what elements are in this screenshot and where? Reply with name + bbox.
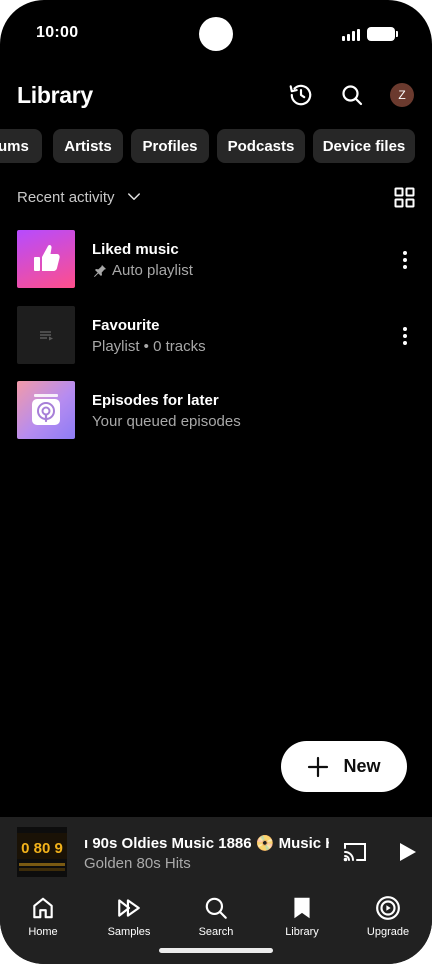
item-subtitle: Your queued episodes	[92, 413, 241, 430]
cast-button[interactable]	[342, 841, 368, 863]
playlist-icon	[40, 331, 53, 341]
episodes-thumbnail	[17, 381, 75, 439]
item-title: Favourite	[92, 317, 160, 334]
sort-selector[interactable]: Recent activity	[17, 186, 143, 208]
nav-label: Library	[285, 926, 319, 938]
pin-icon	[94, 264, 106, 277]
more-options-button[interactable]	[396, 326, 414, 346]
favourite-thumbnail	[17, 306, 75, 364]
now-playing-artist: Golden 80s Hits	[84, 855, 191, 872]
home-indicator[interactable]	[159, 948, 273, 953]
search-icon	[342, 85, 363, 106]
page-title: Library	[17, 82, 93, 108]
play-button[interactable]	[396, 841, 418, 863]
samples-icon	[118, 899, 140, 917]
filter-chips: ums Artists Profiles Podcasts Device fil…	[0, 129, 432, 163]
chip-albums[interactable]: ums	[0, 129, 42, 163]
history-button[interactable]	[286, 80, 316, 110]
chip-artists[interactable]: Artists	[53, 129, 123, 163]
nav-label: Upgrade	[366, 926, 410, 938]
history-icon	[289, 84, 312, 106]
item-title: Episodes for later	[92, 392, 219, 409]
list-item-liked-music[interactable]: Liked music Auto playlist	[0, 230, 432, 290]
chip-profiles[interactable]: Profiles	[131, 129, 209, 163]
plus-icon	[308, 756, 329, 777]
signal-icon	[342, 29, 362, 41]
camera-cutout	[199, 17, 233, 51]
new-button[interactable]: New	[281, 741, 407, 792]
search-icon	[205, 897, 227, 919]
new-button-label: New	[343, 756, 381, 776]
grid-icon	[394, 187, 415, 208]
library-icon	[294, 897, 310, 919]
nav-library[interactable]: Library	[262, 895, 342, 943]
play-icon	[400, 843, 416, 861]
list-item-favourite[interactable]: Favourite Playlist • 0 tracks	[0, 306, 432, 366]
cast-icon	[343, 843, 366, 862]
avatar[interactable]: Z	[390, 83, 414, 107]
nav-search[interactable]: Search	[176, 895, 256, 943]
status-time: 10:00	[36, 24, 79, 41]
nav-label: Home	[28, 926, 58, 938]
mini-player[interactable]: 0 80 9 ı 90s Oldies Music 1886 📀 Music H…	[0, 817, 432, 887]
now-playing-artwork: 0 80 9	[17, 827, 67, 877]
home-icon	[33, 897, 53, 919]
chip-device-files[interactable]: Device files	[313, 129, 415, 163]
item-subtitle: Playlist • 0 tracks	[92, 338, 206, 355]
nav-label: Search	[198, 926, 234, 938]
thumbs-up-icon	[34, 244, 60, 271]
app-screen: 10:00 Library Z ums Artists Profiles Pod…	[0, 0, 432, 964]
nav-home[interactable]: Home	[3, 895, 83, 943]
chevron-down-icon	[127, 193, 140, 200]
list-item-episodes-for-later[interactable]: Episodes for later Your queued episodes	[0, 381, 432, 441]
nav-upgrade[interactable]: Upgrade	[348, 895, 428, 943]
sort-label: Recent activity	[17, 188, 115, 206]
podcast-queue-icon	[32, 394, 60, 425]
item-subtitle: Auto playlist	[92, 262, 193, 279]
now-playing-title: ı 90s Oldies Music 1886 📀 Music Hits	[84, 835, 329, 852]
battery-icon	[367, 27, 398, 41]
chip-podcasts[interactable]: Podcasts	[217, 129, 305, 163]
liked-music-thumbnail	[17, 230, 75, 288]
artwork-text: 0 80 9	[21, 840, 63, 857]
upgrade-icon	[376, 896, 400, 920]
item-title: Liked music	[92, 241, 179, 258]
grid-view-button[interactable]	[394, 187, 415, 208]
search-button[interactable]	[337, 80, 367, 110]
nav-samples[interactable]: Samples	[89, 895, 169, 943]
nav-label: Samples	[107, 926, 151, 938]
more-options-button[interactable]	[396, 250, 414, 270]
